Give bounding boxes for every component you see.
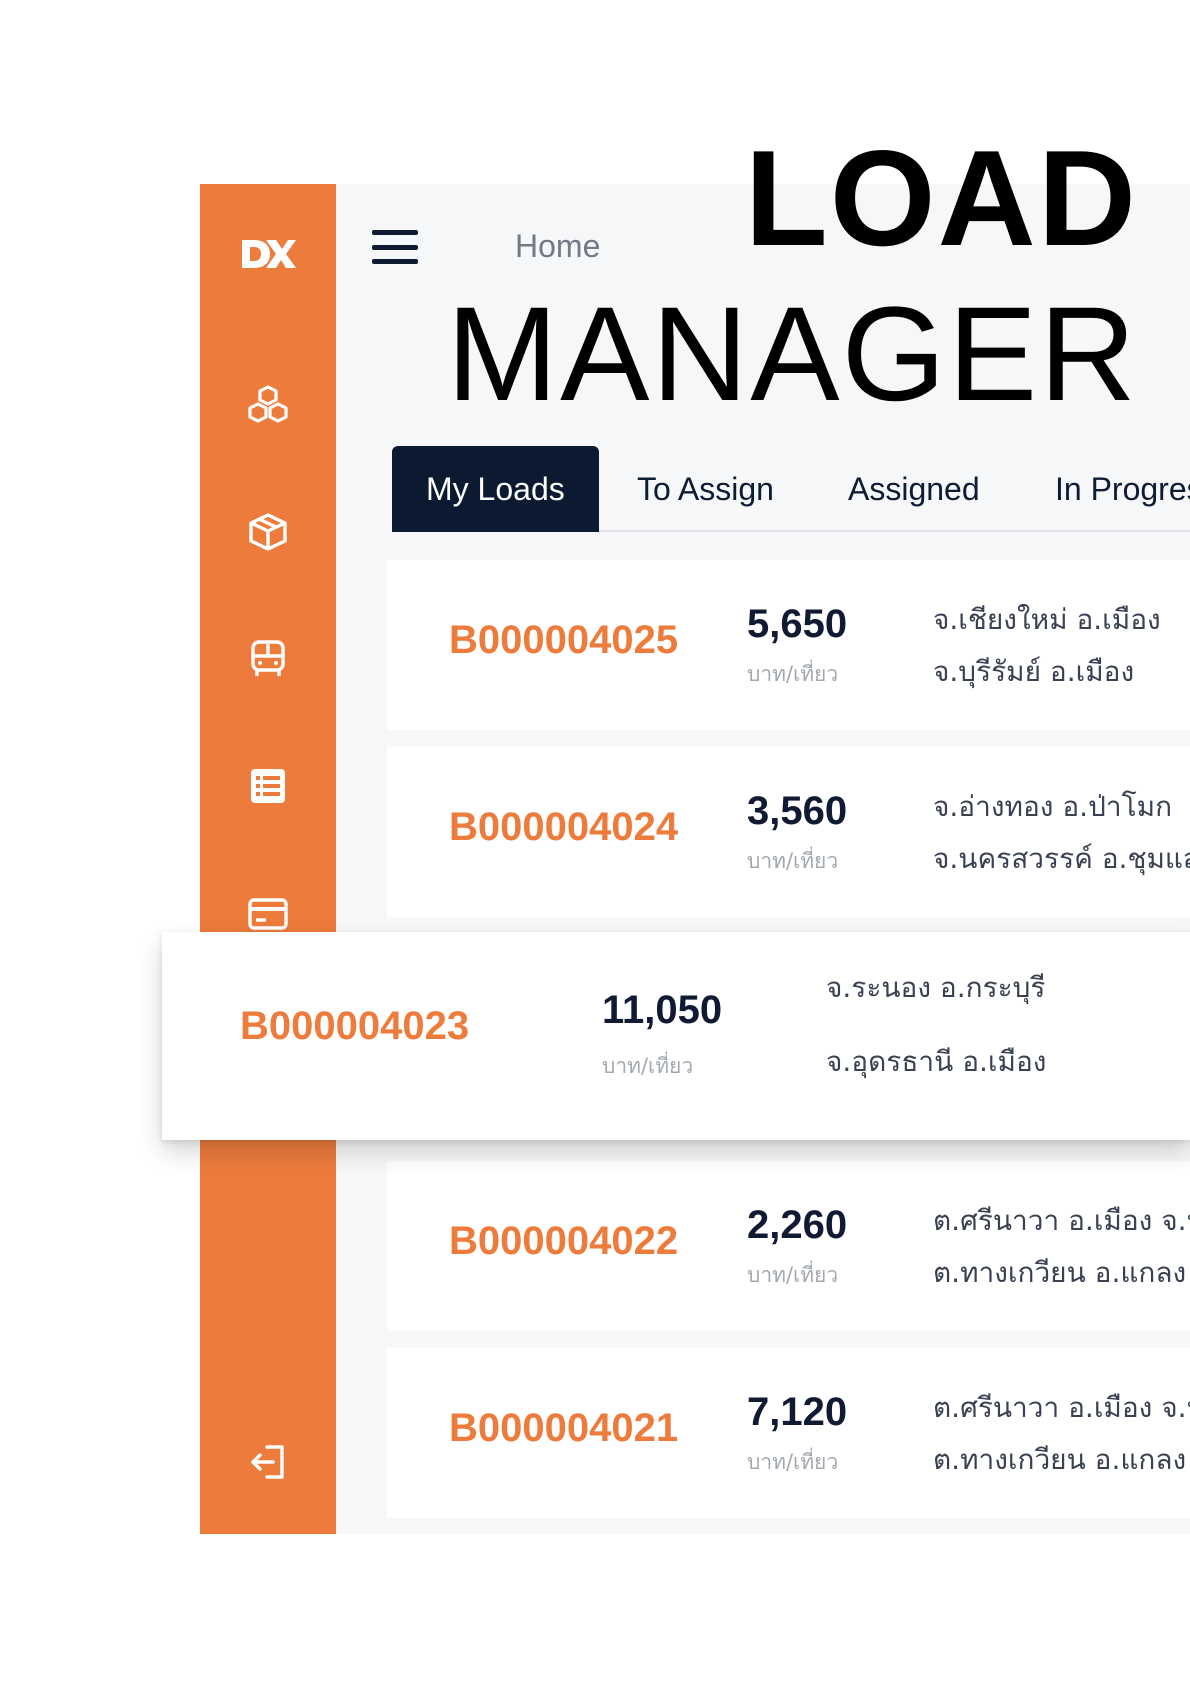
dx-logo[interactable] (240, 234, 296, 274)
bus-icon[interactable] (244, 635, 292, 683)
tab-to-assign[interactable]: To Assign (637, 446, 774, 532)
logout-icon[interactable] (244, 1438, 292, 1486)
price-unit: บาท/เที่ยว (747, 849, 839, 873)
load-origin: ต.ศรีนาวา อ.เมือง จ.น (933, 1391, 1190, 1424)
load-card[interactable]: B000004021 7,120 บาท/เที่ยว ต.ศรีนาวา อ.… (387, 1348, 1190, 1518)
load-price: 3,560 (747, 789, 848, 833)
headline-load: LOAD (744, 122, 1138, 274)
load-card[interactable]: B000004024 3,560 บาท/เที่ยว จ.อ่างทอง อ.… (387, 747, 1190, 917)
load-price: 7,120 (747, 1390, 848, 1434)
load-destination: ต.ทางเกวียน อ.แกลง (933, 1443, 1187, 1476)
package-icon[interactable] (244, 508, 292, 556)
load-destination: ต.ทางเกวียน อ.แกลง (933, 1256, 1187, 1289)
headline-manager: MANAGER (446, 280, 1138, 429)
load-id[interactable]: B000004024 (449, 805, 678, 850)
tab-in-progress[interactable]: In Progres (1055, 446, 1190, 532)
sidebar (200, 184, 336, 1534)
price-unit: บาท/เที่ยว (747, 1450, 839, 1474)
load-card-highlighted[interactable]: B000004023 11,050 บาท/เที่ยว จ.ระนอง อ.ก… (162, 932, 1190, 1140)
load-card[interactable]: B000004025 5,650 บาท/เที่ยว จ.เชียงใหม่ … (387, 560, 1190, 730)
credit-card-icon[interactable] (244, 890, 292, 938)
load-price: 11,050 (602, 988, 723, 1032)
tab-bar: My Loads To Assign Assigned In Progres (392, 446, 1190, 532)
load-card[interactable]: B000004022 2,260 บาท/เที่ยว ต.ศรีนาวา อ.… (387, 1161, 1190, 1331)
menu-bar (372, 244, 418, 250)
load-id[interactable]: B000004025 (449, 618, 678, 663)
load-price: 2,260 (747, 1203, 848, 1247)
boxes-icon[interactable] (244, 380, 292, 428)
load-id[interactable]: B000004021 (449, 1406, 678, 1451)
breadcrumb-home[interactable]: Home (515, 228, 600, 265)
menu-toggle-icon[interactable] (372, 230, 418, 264)
load-destination: จ.นครสวรรค์ อ.ชุมแส (933, 842, 1190, 875)
load-origin: จ.ระนอง อ.กระบุรี (826, 971, 1046, 1004)
tab-my-loads[interactable]: My Loads (392, 446, 599, 532)
load-origin: จ.อ่างทอง อ.ป่าโมก (933, 790, 1173, 823)
menu-bar (372, 230, 418, 235)
price-unit: บาท/เที่ยว (747, 1263, 839, 1287)
load-price: 5,650 (747, 602, 848, 646)
price-unit: บาท/เที่ยว (602, 1054, 694, 1078)
dx-logo-mark (242, 240, 296, 268)
load-destination: จ.บุรีรัมย์ อ.เมือง (933, 655, 1135, 688)
tab-assigned[interactable]: Assigned (848, 446, 980, 532)
list-icon[interactable] (244, 762, 292, 810)
load-id[interactable]: B000004022 (449, 1219, 678, 1264)
menu-bar (372, 259, 418, 264)
price-unit: บาท/เที่ยว (747, 662, 839, 686)
load-origin: จ.เชียงใหม่ อ.เมือง (933, 603, 1161, 636)
load-origin: ต.ศรีนาวา อ.เมือง จ.น (933, 1204, 1190, 1237)
load-id[interactable]: B000004023 (240, 1004, 469, 1049)
load-destination: จ.อุดรธานี อ.เมือง (826, 1045, 1047, 1078)
